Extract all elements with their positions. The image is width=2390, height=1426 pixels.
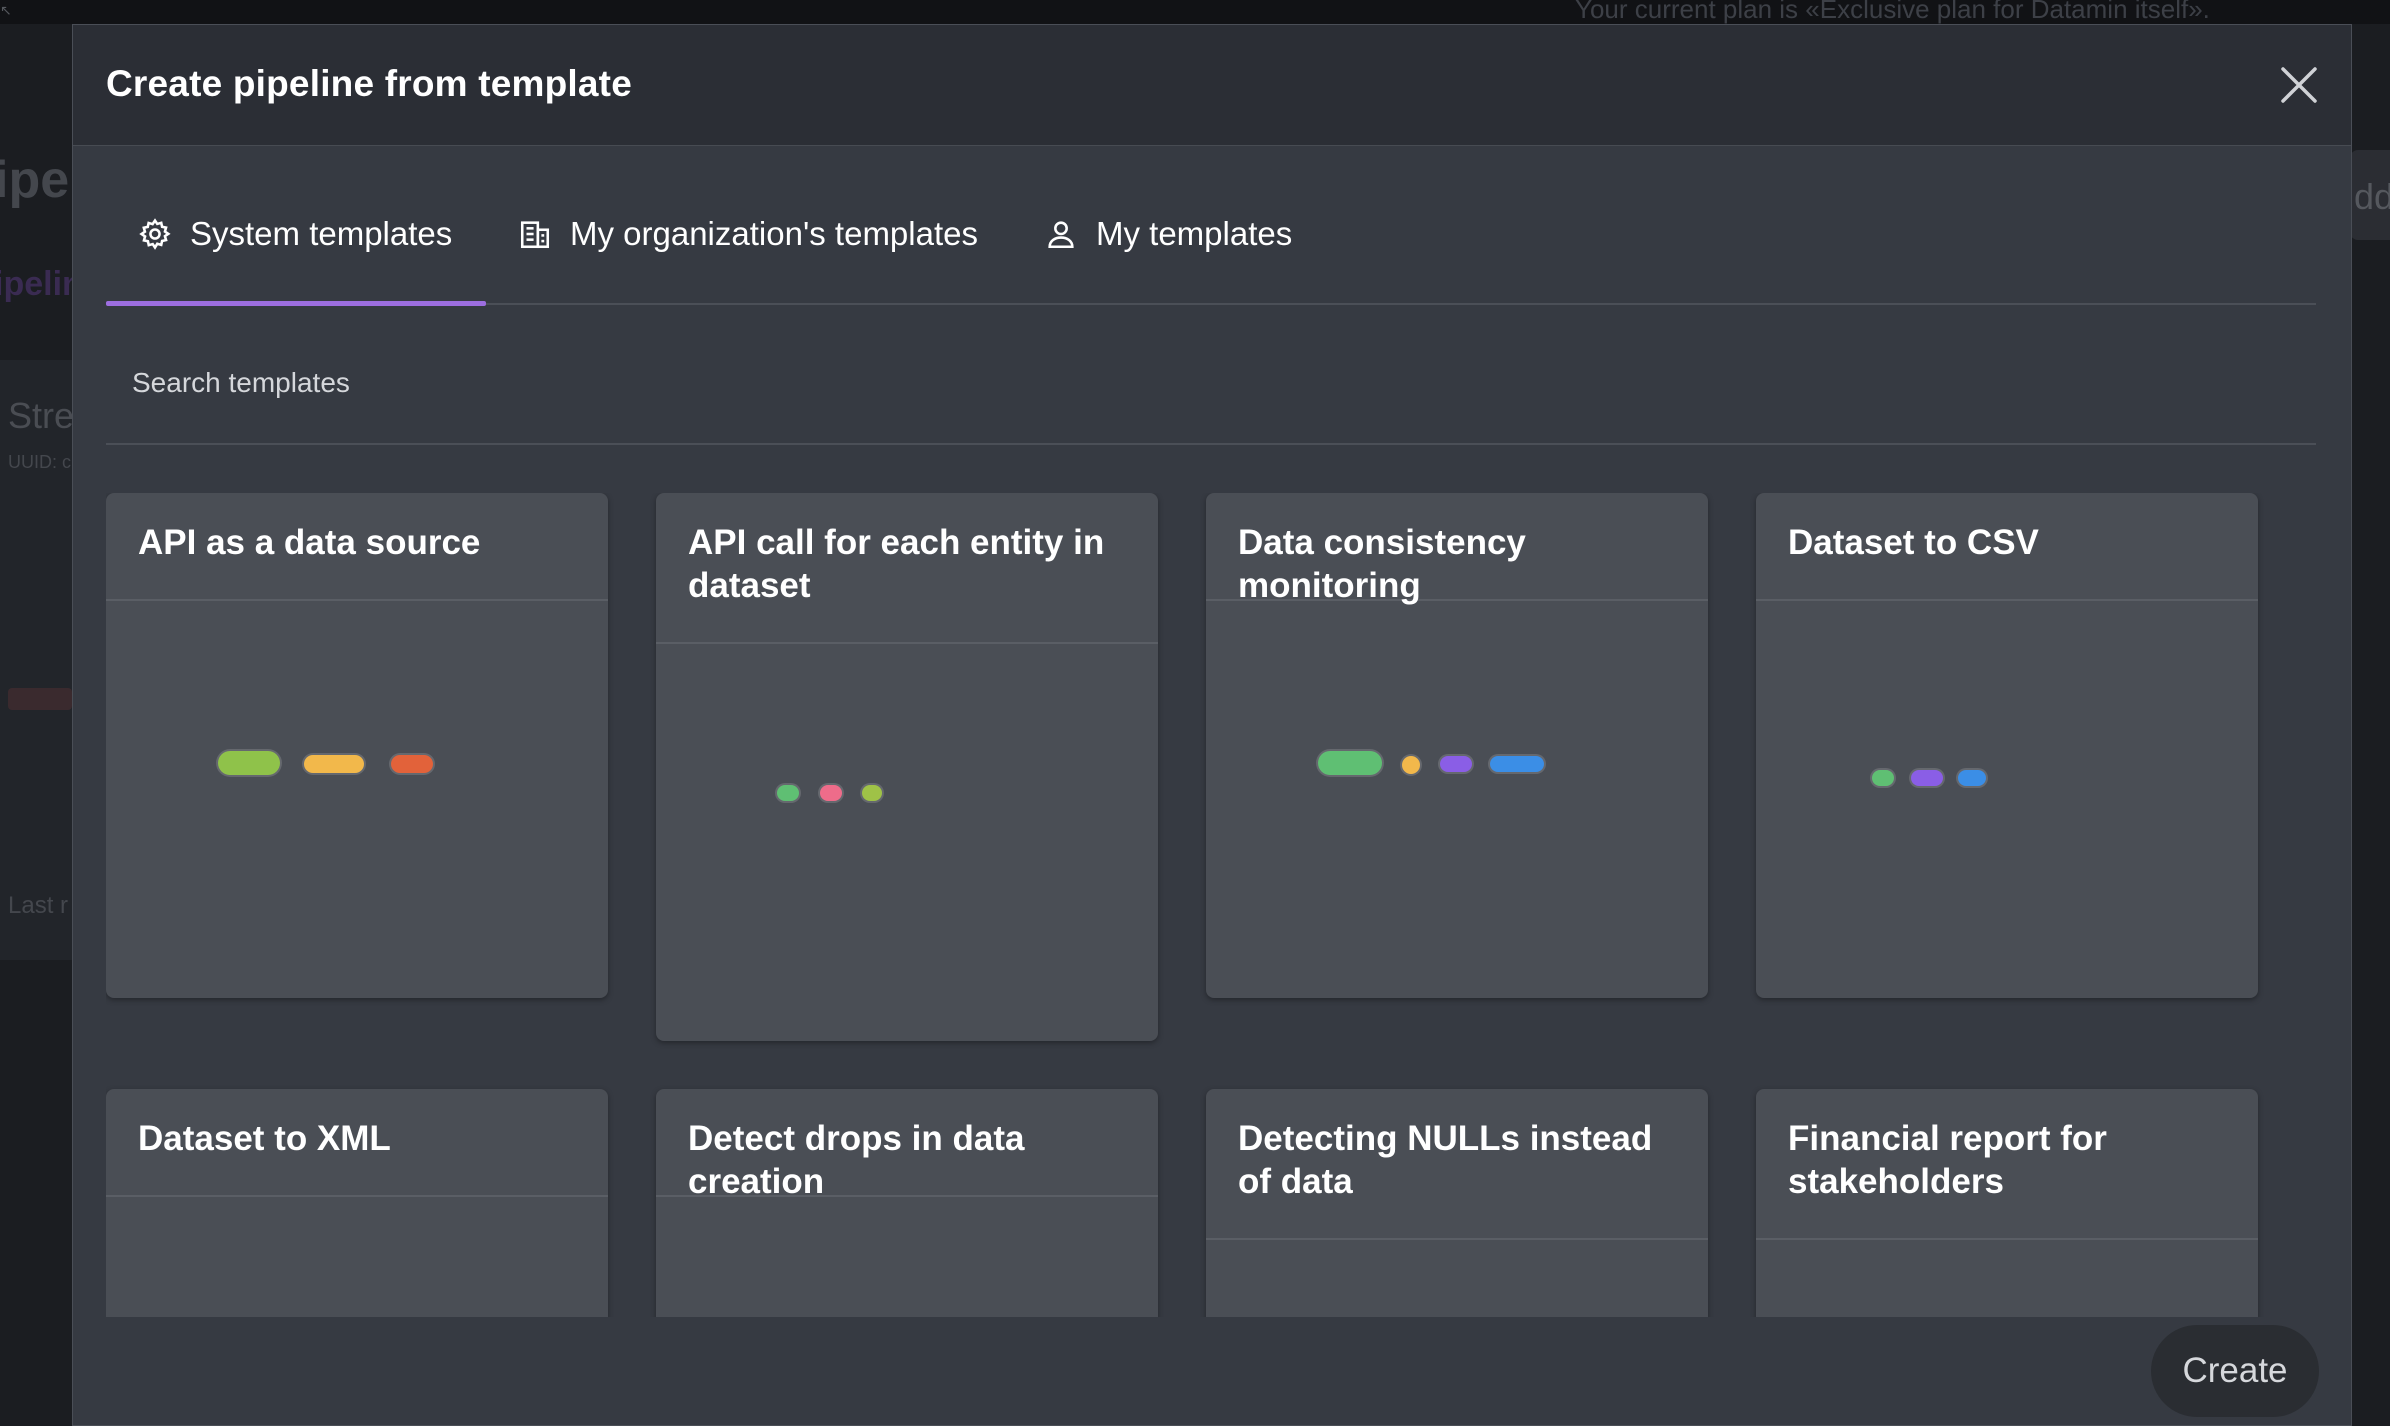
tab-organization-templates-label: My organization's templates (570, 215, 978, 252)
pipeline-node (1911, 770, 1943, 786)
modal-title: Create pipeline from template (106, 63, 632, 104)
pipeline-node (1958, 770, 1986, 786)
background-add-button: dd (2350, 150, 2390, 240)
tab-my-templates-label: My templates (1096, 215, 1293, 252)
template-card-financial-report[interactable]: Financial report for stakeholders (1756, 1089, 2258, 1317)
pipeline-node (820, 785, 842, 801)
tab-my-templates[interactable]: My templates (1044, 215, 1292, 253)
template-card-data-consistency[interactable]: Data consistency monitoring (1206, 493, 1708, 998)
close-icon (2281, 67, 2317, 103)
template-card-title: API call for each entity in dataset (656, 493, 1158, 644)
pipeline-node (862, 785, 882, 801)
pipeline-node (1490, 756, 1544, 772)
pipeline-preview (106, 603, 608, 998)
template-card-dataset-to-xml[interactable]: Dataset to XML (106, 1089, 608, 1317)
cursor-icon: ↖ (0, 2, 12, 18)
gear-icon (139, 218, 171, 250)
tab-organization-templates[interactable]: My organization's templates (518, 215, 978, 253)
template-card-title: Dataset to XML (106, 1089, 608, 1197)
pipeline-node (777, 785, 799, 801)
template-grid: API as a data source API call for each e… (106, 493, 2326, 1317)
plan-notice: Your current plan is «Exclusive plan for… (1575, 0, 2210, 24)
template-card-title: Detect drops in data creation (656, 1089, 1158, 1201)
pipeline-node (1318, 751, 1382, 775)
create-pipeline-modal: Create pipeline from template System tem… (72, 24, 2352, 1426)
background-pipeline-card (0, 360, 72, 960)
search-input[interactable] (106, 345, 2316, 443)
building-icon (520, 221, 550, 249)
active-tab-indicator (106, 301, 486, 306)
template-card-dataset-to-csv[interactable]: Dataset to CSV (1756, 493, 2258, 998)
create-button[interactable]: Create (2151, 1325, 2319, 1417)
background-add-label: dd (2354, 176, 2390, 217)
template-card-title: Detecting NULLs instead of data (1206, 1089, 1708, 1240)
pipeline-preview (656, 646, 1158, 1041)
template-card-api-call-each-entity[interactable]: API call for each entity in dataset (656, 493, 1158, 1041)
pipeline-preview (1756, 603, 2258, 998)
background-last-run: Last r (8, 892, 69, 919)
template-card-title: API as a data source (106, 493, 608, 601)
template-card-api-data-source[interactable]: API as a data source (106, 493, 608, 998)
tab-system-templates[interactable]: System templates (138, 215, 452, 253)
background-uuid: UUID: c1 (8, 452, 82, 472)
pipeline-node (218, 751, 280, 775)
pipeline-node (1872, 770, 1894, 786)
pipeline-preview (1206, 603, 1708, 998)
tab-system-templates-label: System templates (190, 215, 453, 252)
close-button[interactable] (2275, 61, 2323, 109)
template-card-title: Dataset to CSV (1756, 493, 2258, 601)
template-card-title: Financial report for stakeholders (1756, 1089, 2258, 1240)
modal-header: Create pipeline from template (73, 25, 2351, 146)
user-icon (1048, 221, 1074, 249)
pipeline-node (391, 755, 433, 773)
search-field (106, 345, 2316, 445)
template-card-title: Data consistency monitoring (1206, 493, 1708, 605)
pipeline-node (304, 755, 364, 773)
template-card-detecting-nulls[interactable]: Detecting NULLs instead of data (1206, 1089, 1708, 1317)
background-status-chip (8, 688, 72, 710)
background-subtitle: ipelin (0, 265, 83, 303)
template-card-detect-drops[interactable]: Detect drops in data creation (656, 1089, 1158, 1317)
pipeline-node (1402, 756, 1420, 774)
template-tabs: System templates My organization's templ… (106, 171, 2316, 306)
pipeline-node (1440, 756, 1472, 772)
